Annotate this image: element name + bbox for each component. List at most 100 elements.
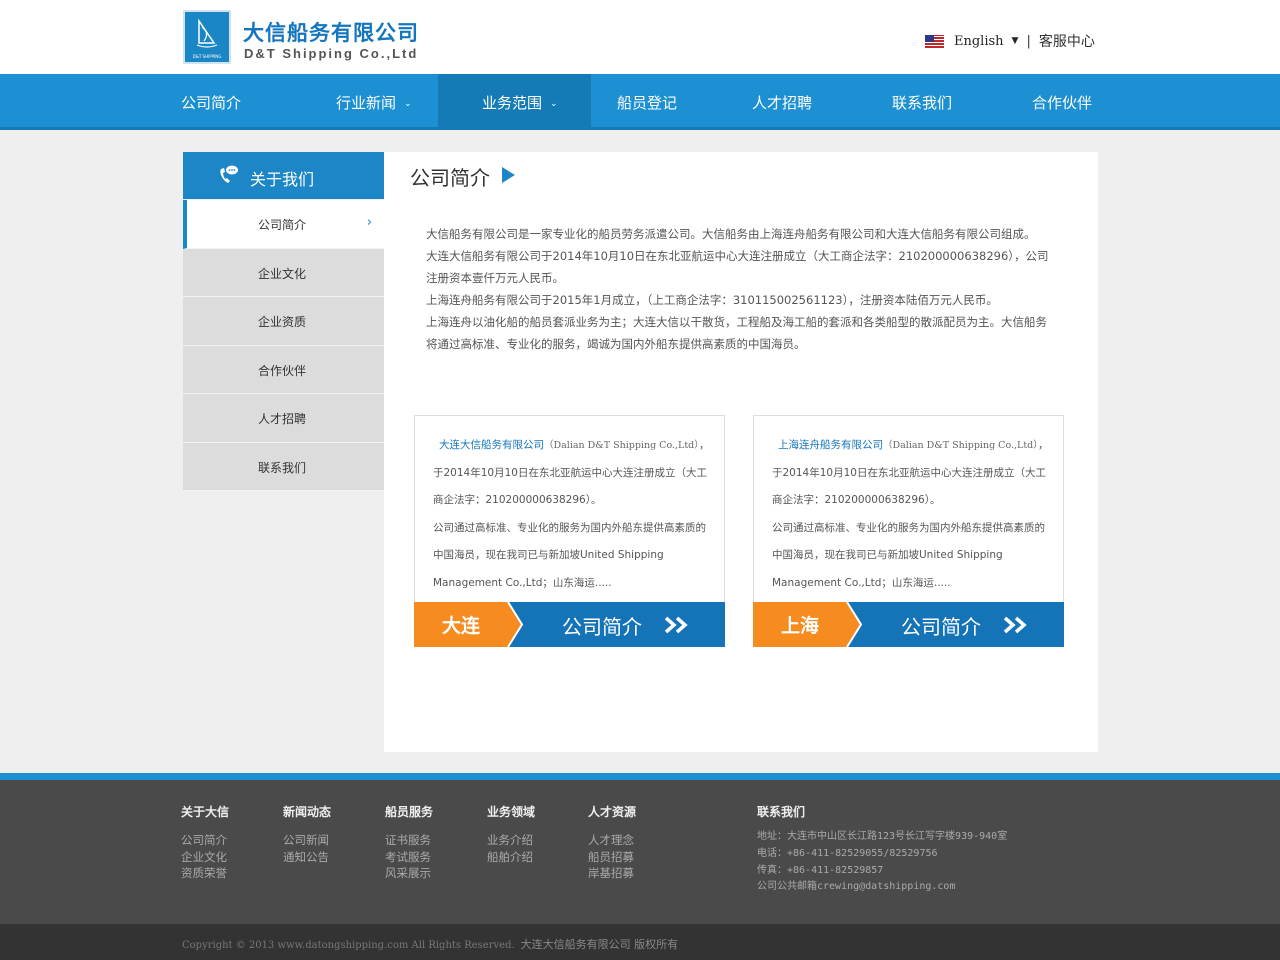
customer-service-link[interactable]: 客服中心 (1039, 31, 1095, 51)
copyright-cn: 大连大信船务有限公司 版权所有 (520, 938, 679, 951)
city-badge: 上海 (753, 602, 863, 647)
footer-link[interactable]: 企业文化 (181, 849, 229, 866)
site-header: D&T SHIPPING 大信船务有限公司 D&T Shipping Co.,L… (0, 0, 1280, 74)
chevron-right-icon: › (366, 215, 372, 230)
footer-link[interactable]: 船舶介绍 (487, 849, 535, 866)
footer-column-crew: 船员服务 证书服务 考试服务 风采展示 (385, 803, 433, 882)
company-card-dalian: 大连大信船务有限公司（Dalian D&T Shipping Co.,Ltd），… (414, 415, 725, 647)
double-chevron-right-icon (1003, 616, 1027, 634)
sidebar-title: 关于我们 (250, 170, 315, 189)
copyright-bar: Copyright © 2013 www.datongshipping.com … (0, 924, 1280, 960)
nav-label: 合作伙伴 (1032, 94, 1093, 112)
separator: | (1026, 33, 1031, 49)
footer-link[interactable]: 公司新闻 (283, 832, 331, 849)
nav-label: 行业新闻 (336, 94, 397, 112)
footer-link[interactable]: 船员招募 (588, 849, 636, 866)
logo-subtext: D&T SHIPPING (192, 54, 222, 59)
sail-logo-icon (196, 19, 218, 48)
footer-heading: 新闻动态 (283, 805, 332, 819)
footer-link[interactable]: 考试服务 (385, 849, 433, 866)
nav-item-crew-registration[interactable]: 船员登记 (617, 74, 677, 127)
footer-link[interactable]: 岸基招募 (588, 865, 636, 882)
brand-name-cn: 大信船务有限公司 (243, 21, 419, 45)
contact-email[interactable]: 公司公共邮箱crewing@datshipping.com (757, 879, 1007, 896)
nav-label: 业务范围 (482, 94, 543, 112)
sidebar-item-recruitment[interactable]: 人才招聘 (183, 394, 384, 443)
company-logo[interactable]: D&T SHIPPING (183, 10, 231, 64)
play-arrow-icon (502, 167, 515, 183)
nav-item-about[interactable]: 公司简介 (181, 74, 241, 127)
card-button-dalian[interactable]: 大连 公司简介 (414, 602, 725, 647)
intro-text: 大信船务有限公司是一家专业化的船员劳务派遣公司。大信船务由上海连舟船务有限公司和… (426, 223, 1052, 355)
contact-phone: 电话：+86-411-82529055/82529756 (757, 847, 938, 859)
double-chevron-right-icon (664, 616, 688, 634)
card-english-name: （Dalian D&T Shipping Co.,Ltd） (544, 440, 699, 451)
sidebar-item-contact[interactable]: 联系我们 (183, 442, 384, 491)
sidebar-item-label: 企业资质 (258, 315, 307, 329)
language-selector[interactable]: English (954, 34, 1004, 49)
footer-link[interactable]: 证书服务 (385, 832, 433, 849)
nav-item-industry-news[interactable]: 行业新闻 ⌄ (336, 74, 412, 127)
footer-link[interactable]: 业务介绍 (487, 832, 535, 849)
company-card-shanghai: 上海连舟船务有限公司（Dalian D&T Shipping Co.,Ltd），… (753, 415, 1064, 647)
uk-flag-icon (925, 34, 944, 48)
brand-name-en: D&T Shipping Co.,Ltd (244, 46, 419, 61)
footer-link[interactable]: 公司简介 (181, 832, 229, 849)
sidebar-menu: 公司简介 › 企业文化 企业资质 合作伙伴 人才招聘 联系我们 (183, 200, 384, 491)
sidebar-item-label: 合作伙伴 (258, 363, 307, 378)
sidebar-item-label: 人才招聘 (258, 412, 307, 426)
footer-link[interactable]: 人才理念 (588, 832, 636, 849)
footer-link[interactable]: 通知公告 (283, 849, 331, 866)
sidebar-item-qualification[interactable]: 企业资质 (183, 297, 384, 346)
sidebar-item-label: 公司简介 (258, 218, 307, 232)
top-links: English ▼ | 客服中心 (925, 32, 1095, 50)
sidebar-item-company-profile[interactable]: 公司简介 › (183, 200, 384, 249)
footer-heading: 联系我们 (757, 805, 806, 819)
nav-item-contact[interactable]: 联系我们 (892, 74, 952, 127)
copyright-en: Copyright © 2013 www.datongshipping.com … (182, 940, 515, 951)
nav-label: 人才招聘 (752, 94, 813, 112)
intro-paragraph: 大连大信船务有限公司于2014年10月10日在东北亚航运中心大连注册成立（大工商… (426, 249, 1049, 285)
card-text: 上海连舟船务有限公司（Dalian D&T Shipping Co.,Ltd），… (772, 432, 1052, 597)
card-button-shanghai[interactable]: 上海 公司简介 (753, 602, 1064, 647)
nav-label: 联系我们 (892, 94, 953, 112)
footer-column-talent: 人才资源 人才理念 船员招募 岸基招募 (588, 803, 636, 882)
card-button-label: 公司简介 (901, 615, 981, 639)
footer-column-news: 新闻动态 公司新闻 通知公告 (283, 803, 331, 865)
card-english-name: （Dalian D&T Shipping Co.,Ltd） (883, 440, 1038, 451)
main-content: 公司简介 大信船务有限公司是一家专业化的船员劳务派遣公司。大信船务由上海连舟船务… (384, 152, 1098, 752)
sidebar-item-label: 企业文化 (258, 266, 307, 281)
nav-item-recruitment[interactable]: 人才招聘 (752, 74, 812, 127)
footer-heading: 业务领域 (487, 805, 536, 819)
nav-item-partners[interactable]: 合作伙伴 (1032, 74, 1092, 127)
chevron-down-icon: ⌄ (550, 99, 558, 109)
chevron-down-icon: ⌄ (404, 99, 412, 109)
city-label: 上海 (781, 615, 820, 637)
nav-label: 船员登记 (617, 94, 678, 112)
card-text-2: 公司通过高标准、专业化的服务为国内外船东提供高素质的中国海员，现在我司已与新加坡… (772, 521, 1045, 589)
footer-heading: 船员服务 (385, 805, 434, 819)
card-text-2: 公司通过高标准、专业化的服务为国内外船东提供高素质的中国海员，现在我司已与新加坡… (433, 521, 706, 589)
sidebar-item-partners[interactable]: 合作伙伴 (183, 345, 384, 394)
intro-paragraph: 上海连舟船务有限公司于2015年1月成立，（上工商企法字：31011500256… (426, 293, 998, 307)
footer-heading: 关于大信 (181, 805, 230, 819)
footer-link[interactable]: 风采展示 (385, 865, 433, 882)
intro-paragraph: 上海连舟以油化船的船员套派业务为主；大连大信以干散货，工程船及海工船的套派和各类… (426, 315, 1047, 351)
phone-chat-icon (220, 165, 238, 183)
contact-fax: 传真：+86-411-82529857 (757, 864, 884, 876)
city-label: 大连 (442, 615, 481, 637)
main-nav: 公司简介 行业新闻 ⌄ 业务范围 ⌄ 船员登记 人才招聘 联系我们 合作伙伴 (0, 74, 1280, 130)
card-company-link[interactable]: 大连大信船务有限公司 (433, 439, 544, 451)
footer-column-business: 业务领域 业务介绍 船舶介绍 (487, 803, 535, 865)
page-title: 公司简介 (410, 166, 490, 190)
copyright-text: Copyright © 2013 www.datongshipping.com … (182, 936, 678, 952)
caret-down-icon[interactable]: ▼ (1012, 36, 1019, 46)
nav-item-business-scope[interactable]: 业务范围 ⌄ (438, 74, 591, 127)
footer-heading: 人才资源 (588, 805, 637, 819)
sidebar-item-culture[interactable]: 企业文化 (183, 248, 384, 297)
footer-contact: 联系我们 地址：大连市中山区长江路123号长江写字楼939-940室 电话：+8… (757, 803, 1007, 896)
sidebar-header: 关于我们 (183, 152, 384, 199)
footer-link[interactable]: 资质荣誉 (181, 865, 229, 882)
city-badge: 大连 (414, 602, 524, 647)
card-company-link[interactable]: 上海连舟船务有限公司 (772, 439, 883, 451)
